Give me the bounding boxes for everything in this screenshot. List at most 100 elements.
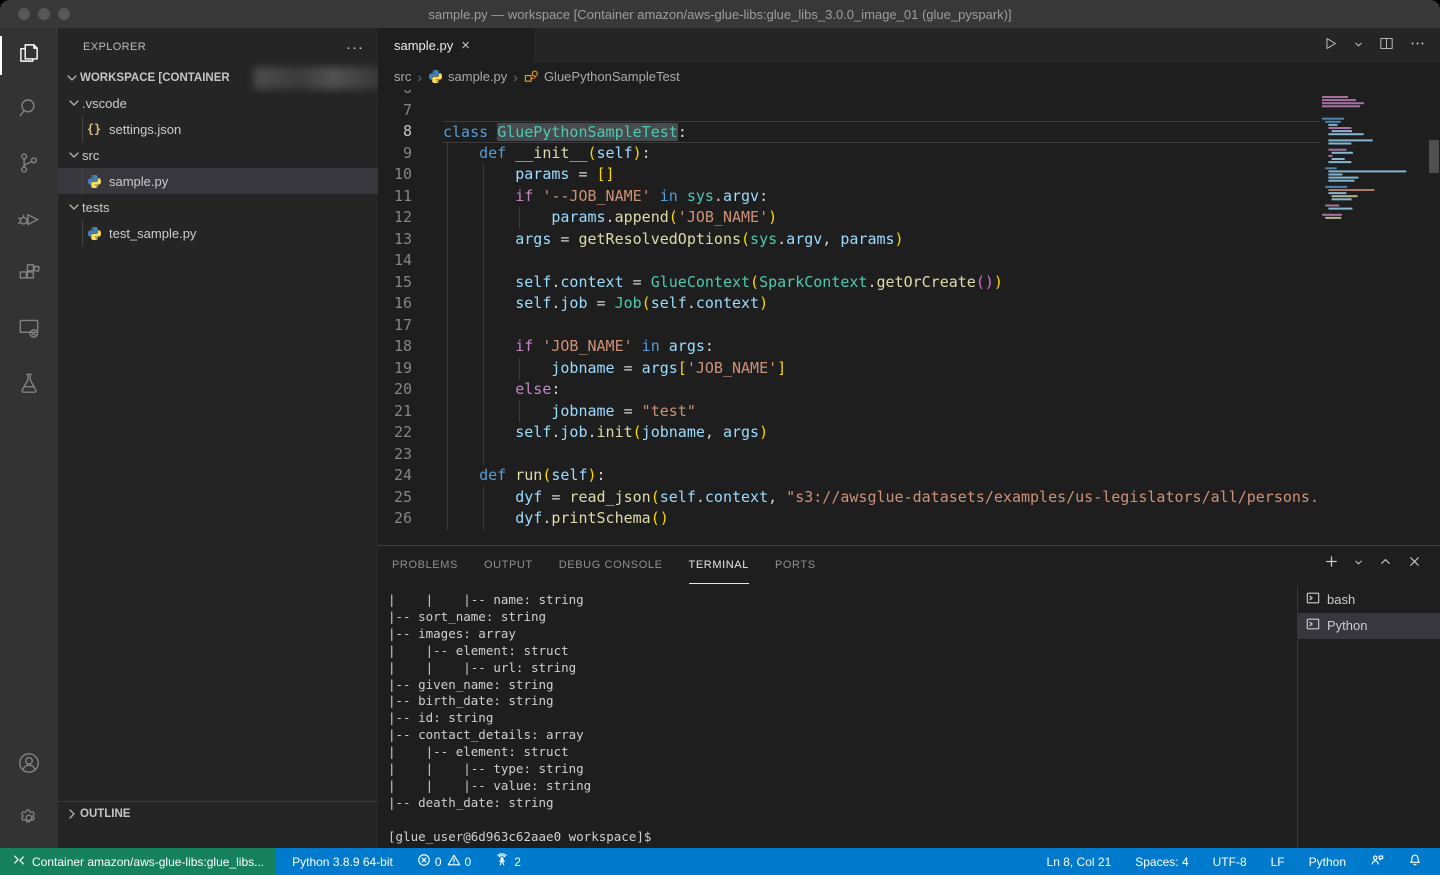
panel-tab-problems[interactable]: PROBLEMS (392, 546, 458, 584)
activity-bar (0, 28, 58, 848)
activity-item-run-debug[interactable] (0, 193, 58, 248)
activity-item-extensions[interactable] (0, 248, 58, 303)
error-icon (417, 853, 431, 870)
feedback-item[interactable] (1362, 848, 1392, 875)
tree-item-settings-json[interactable]: {}settings.json (58, 116, 378, 142)
tree-indent-guide (82, 116, 83, 142)
explorer-icon (16, 40, 42, 71)
run-debug-icon (16, 205, 42, 236)
editor-tab-bar: sample.py × (378, 28, 1440, 63)
new-terminal-button[interactable] (1324, 554, 1339, 574)
ports-item[interactable]: 2 (487, 848, 529, 875)
code-editor[interactable]: 67891011121314151617181920212223242526 c… (378, 90, 1440, 545)
indent-guide (447, 422, 448, 444)
run-button[interactable] (1322, 35, 1339, 57)
line-number: 7 (378, 100, 412, 122)
minimize-window-button[interactable] (38, 8, 50, 20)
indent-guide (519, 207, 520, 229)
tree-item-sample-py[interactable]: sample.py (58, 168, 378, 194)
breadcrumb: src›sample.py›GluePythonSampleTest (378, 63, 1440, 90)
run-dropdown-button[interactable] (1353, 37, 1364, 55)
warning-icon (447, 853, 461, 870)
close-tab-icon[interactable]: × (461, 38, 470, 53)
activity-item-search[interactable] (0, 83, 58, 138)
terminal-output[interactable]: | | |-- name: string|-- sort_name: strin… (388, 592, 1295, 848)
notifications-item[interactable] (1400, 848, 1430, 875)
tree-item--vscode[interactable]: .vscode (58, 90, 378, 116)
workspace-section-header[interactable]: WORKSPACE [CONTAINER (58, 66, 378, 90)
terminal-icon (1306, 591, 1320, 608)
code-line-23 (443, 444, 1320, 466)
breadcrumb-item-src[interactable]: src (394, 69, 411, 84)
tree-item-tests[interactable]: tests (58, 194, 378, 220)
split-editor-button[interactable] (1378, 35, 1395, 57)
line-number: 10 (378, 164, 412, 186)
scrollbar-thumb[interactable] (1429, 140, 1439, 173)
indent-guide (447, 379, 448, 401)
tab-sample-py[interactable]: sample.py × (378, 28, 534, 63)
language-mode-item[interactable]: Python (1301, 848, 1354, 875)
tree-item-label: sample.py (109, 174, 168, 189)
maximize-panel-button[interactable] (1378, 554, 1393, 574)
zoom-window-button[interactable] (58, 8, 70, 20)
activity-item-account[interactable] (0, 738, 58, 793)
indent-guide (447, 336, 448, 358)
indent-guide (483, 293, 484, 315)
python-file-icon (86, 225, 102, 241)
terminal-line: |-- contact_details: array (388, 727, 1295, 744)
remote-indicator[interactable]: Container amazon/aws-glue-libs:glue_libs… (0, 848, 276, 875)
editor-scrollbar[interactable] (1428, 90, 1440, 545)
code-line-14 (443, 250, 1320, 272)
panel-tab-debug-console[interactable]: DEBUG CONSOLE (559, 546, 663, 584)
panel-tab-ports[interactable]: PORTS (775, 546, 816, 584)
symbol-class-icon (524, 69, 539, 84)
panel-tab-output[interactable]: OUTPUT (484, 546, 533, 584)
activity-item-source-control[interactable] (0, 138, 58, 193)
python-file-icon (86, 173, 102, 189)
breadcrumb-label: src (394, 69, 411, 84)
outline-section-header[interactable]: OUTLINE (58, 801, 378, 826)
breadcrumb-item-gluepythonsampletest[interactable]: GluePythonSampleTest (524, 69, 680, 84)
terminal-session-python[interactable]: Python (1298, 613, 1440, 640)
cursor-position-item[interactable]: Ln 8, Col 21 (1039, 848, 1120, 875)
code-line-12: params.append('JOB_NAME') (443, 207, 1320, 229)
eol-item[interactable]: LF (1263, 848, 1293, 875)
python-interpreter-item[interactable]: Python 3.8.9 64-bit (284, 848, 401, 875)
terminal-dropdown-button[interactable] (1353, 555, 1364, 573)
activity-item-settings[interactable] (0, 793, 58, 848)
tree-item-src[interactable]: src (58, 142, 378, 168)
indent-guide (447, 207, 448, 229)
workspace-section-label: WORKSPACE [CONTAINER (80, 72, 230, 84)
activity-item-testing[interactable] (0, 358, 58, 413)
encoding-item[interactable]: UTF-8 (1205, 848, 1255, 875)
minimap[interactable] (1320, 92, 1428, 545)
terminal-line: | |-- element: struct (388, 744, 1295, 761)
line-number: 8 (378, 121, 412, 143)
code-line-9: def __init__(self): (443, 143, 1320, 165)
indent-guide (447, 229, 448, 251)
indent-guide (447, 293, 448, 315)
extensions-icon (16, 260, 42, 291)
window-controls[interactable] (18, 8, 70, 20)
close-panel-button[interactable] (1407, 554, 1422, 574)
remote-label: Container amazon/aws-glue-libs:glue_libs… (32, 855, 264, 869)
indentation-item[interactable]: Spaces: 4 (1127, 848, 1196, 875)
terminal-session-bash[interactable]: bash (1298, 586, 1440, 613)
activity-item-remote-explorer[interactable] (0, 303, 58, 358)
breadcrumb-item-sample.py[interactable]: sample.py (428, 69, 507, 84)
problems-item[interactable]: 0 0 (409, 848, 479, 875)
activity-item-explorer[interactable] (0, 28, 58, 83)
indentation-label: Spaces: 4 (1135, 855, 1188, 869)
tree-indent-guide (82, 168, 83, 194)
close-window-button[interactable] (18, 8, 30, 20)
tree-item-test-sample-py[interactable]: test_sample.py (58, 220, 378, 246)
indent-guide (483, 422, 484, 444)
panel-tab-terminal[interactable]: TERMINAL (689, 546, 749, 584)
more-button[interactable] (1409, 35, 1426, 57)
code-line-11: if '--JOB_NAME' in sys.argv: (443, 186, 1320, 208)
warning-count: 0 (465, 855, 472, 869)
explorer-more-actions-button[interactable]: ··· (346, 39, 364, 56)
line-number: 11 (378, 186, 412, 208)
indent-guide (447, 143, 448, 165)
line-number: 6 (378, 90, 412, 100)
